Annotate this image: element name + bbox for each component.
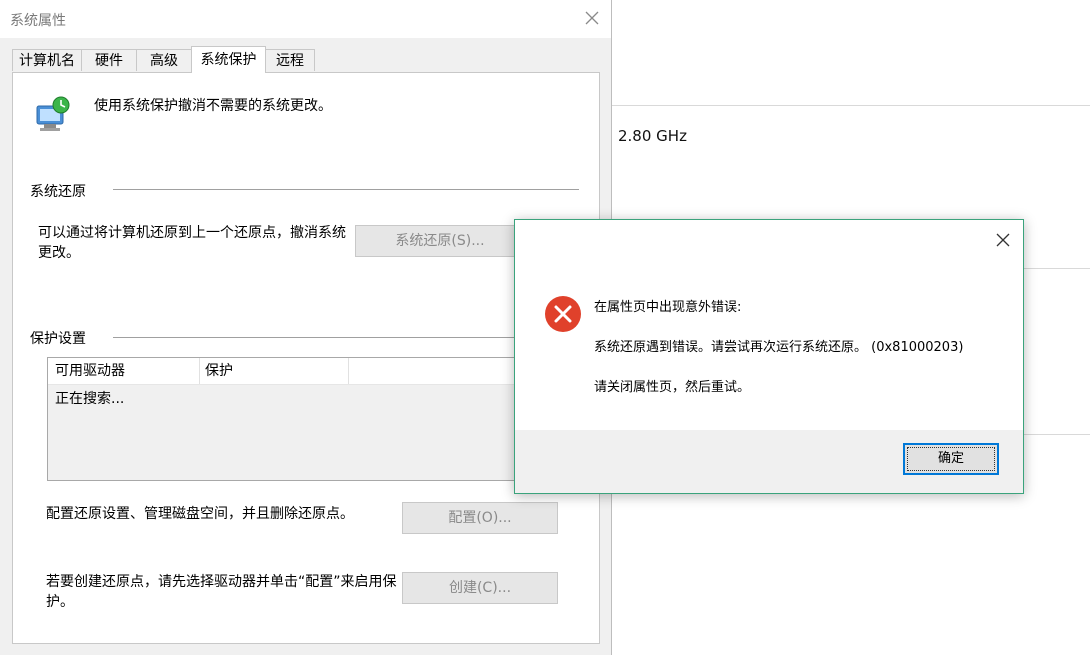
error-message-line2: 系统还原遇到错误。请尝试再次运行系统还原。 (0x81000203)	[594, 340, 964, 355]
error-message-line1: 在属性页中出现意外错误:	[594, 300, 742, 315]
title-bar: 系统属性	[0, 0, 611, 38]
group-divider	[113, 189, 579, 190]
panel-description: 使用系统保护撤消不需要的系统更改。	[94, 98, 332, 114]
tab-computer-name[interactable]: 计算机名	[12, 49, 82, 71]
dialog-footer: 确定	[515, 430, 1023, 493]
tab-remote[interactable]: 远程	[265, 49, 315, 71]
system-restore-button[interactable]: 系统还原(S)...	[355, 225, 525, 257]
tab-system-protection[interactable]: 系统保护	[191, 46, 266, 73]
searching-status: 正在搜索...	[55, 391, 125, 407]
config-description: 配置还原设置、管理磁盘空间，并且删除还原点。	[46, 506, 354, 522]
system-restore-text: 可以通过将计算机还原到上一个还原点，撤消系统更改。	[38, 225, 346, 261]
create-description: 若要创建还原点，请先选择驱动器并单击“配置”来启用保护。	[46, 574, 397, 610]
error-icon	[545, 296, 581, 332]
close-icon[interactable]	[994, 231, 1012, 249]
column-separator	[348, 358, 349, 384]
window-title: 系统属性	[10, 13, 66, 29]
cpu-speed-text: 2.80 GHz	[618, 127, 687, 145]
column-available-drives[interactable]: 可用驱动器	[55, 358, 125, 384]
group-divider	[113, 337, 533, 338]
tab-hardware[interactable]: 硬件	[81, 49, 137, 71]
system-restore-heading: 系统还原	[30, 184, 86, 200]
create-button[interactable]: 创建(C)...	[402, 572, 558, 604]
column-protection[interactable]: 保护	[205, 358, 233, 384]
error-message-line3: 请关闭属性页，然后重试。	[594, 380, 751, 395]
error-dialog: 在属性页中出现意外错误: 系统还原遇到错误。请尝试再次运行系统还原。 (0x81…	[514, 219, 1024, 494]
drive-list[interactable]: 可用驱动器 保护 正在搜索...	[47, 357, 527, 481]
protection-settings-heading: 保护设置	[30, 331, 86, 347]
column-separator	[199, 358, 200, 384]
close-icon[interactable]	[582, 8, 602, 28]
tab-advanced[interactable]: 高级	[136, 49, 192, 71]
divider	[612, 105, 1090, 106]
list-header: 可用驱动器 保护	[48, 358, 526, 385]
configure-button[interactable]: 配置(O)...	[402, 502, 558, 534]
tab-panel: 使用系统保护撤消不需要的系统更改。 系统还原 可以通过将计算机还原到上一个还原点…	[12, 72, 600, 644]
ok-button[interactable]: 确定	[903, 443, 999, 475]
system-protection-icon	[36, 96, 70, 131]
